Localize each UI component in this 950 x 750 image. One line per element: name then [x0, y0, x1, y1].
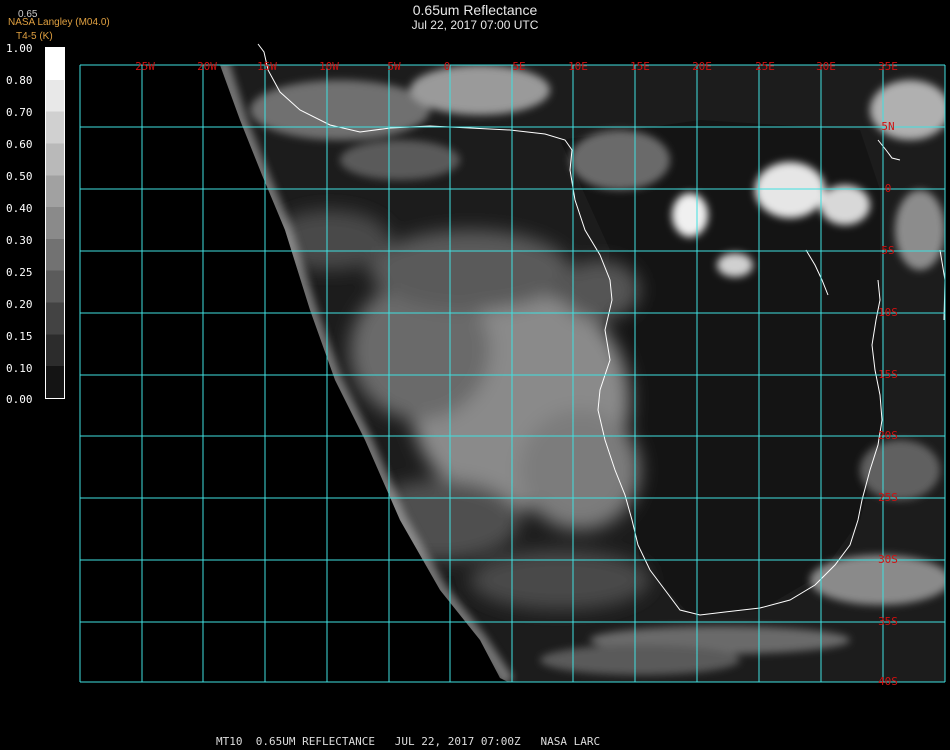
footer-caption: MT10 0.65UM REFLECTANCE JUL 22, 2017 07:…: [216, 735, 601, 748]
longitude-label: 10W: [319, 60, 339, 73]
cloud-imagery: [220, 65, 945, 682]
longitude-label: 30E: [816, 60, 836, 73]
longitude-label: 10E: [568, 60, 588, 73]
longitude-label: 15E: [630, 60, 650, 73]
latitude-label: 35S: [878, 615, 898, 628]
longitude-label: 0: [444, 60, 451, 73]
longitude-label: 15W: [257, 60, 277, 73]
latitude-label: 30S: [878, 553, 898, 566]
longitude-label: 25E: [755, 60, 775, 73]
latitude-label: 5S: [881, 244, 894, 257]
longitude-label: 5W: [387, 60, 401, 73]
latitude-label: 25S: [878, 491, 898, 504]
longitude-label: 25W: [135, 60, 155, 73]
latitude-label: 5N: [881, 120, 894, 133]
longitude-label: 20E: [692, 60, 712, 73]
latitude-label: 10S: [878, 306, 898, 319]
longitude-label: 20W: [197, 60, 217, 73]
satellite-map: 25W 20W 15W 10W 5W 0 5E 10E 15E 20E 25E 30E 35E 5N 0 5S…: [79, 43, 946, 688]
longitude-label: 5E: [512, 60, 525, 73]
latitude-label: 0: [885, 182, 892, 195]
latitude-label: 15S: [878, 368, 898, 381]
latitude-label: 40S: [878, 675, 898, 688]
latitude-label: 20S: [878, 429, 898, 442]
longitude-label: 35E: [878, 60, 898, 73]
